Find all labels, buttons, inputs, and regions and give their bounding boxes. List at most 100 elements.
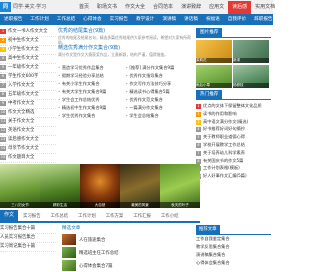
list-item[interactable]: 2 初中生作文大全 — [0, 37, 56, 46]
section-tab[interactable]: 工作方案 — [101, 213, 129, 219]
article-link[interactable]: 一篇满分作文集合 — [126, 104, 194, 112]
nav-item-essay[interactable]: 作文大全 — [121, 1, 149, 14]
subnav-item[interactable]: 自我评价 — [224, 14, 250, 25]
list-item[interactable]: 心得体会集合集合 — [196, 259, 271, 267]
thumb-image — [62, 234, 76, 245]
list-item[interactable]: 14 母亲节作文大全 — [0, 145, 56, 154]
list-item[interactable]: 10好人好事作文汇编(5篇) — [196, 172, 271, 180]
section-tab[interactable]: 实习报告 — [18, 213, 46, 219]
gallery-item[interactable]: 秋天的叶子 — [160, 164, 200, 208]
article-link[interactable]: 有关大学生作文集合9篇 — [58, 88, 126, 96]
list-item[interactable]: 人在旅途集合 — [62, 233, 193, 246]
bottom-center-head: 精选文章 — [62, 226, 81, 231]
article-link[interactable]: 精选读书心得集合5篇 — [126, 88, 194, 96]
nav-item-home[interactable]: 首页 — [75, 1, 93, 14]
list-item[interactable]: 实习报告集合十篇 — [0, 225, 56, 234]
list-item[interactable]: 4 好书推荐好词好句摘抄 — [196, 125, 271, 133]
list-item[interactable]: 6 学生作文600字 — [0, 73, 56, 82]
gallery-item[interactable]: 最美的风景 — [120, 164, 160, 208]
nav-item-workplace[interactable]: 职场文书 — [93, 1, 121, 14]
site-logo[interactable]: 同 — [0, 2, 11, 12]
list-item[interactable]: 7 入学作文大全 — [0, 82, 56, 91]
list-item[interactable]: 实习周记集合十篇 — [0, 243, 56, 252]
gallery-item[interactable]: 精彩生活 — [40, 164, 80, 208]
list-item[interactable]: 3 小学生作文大全 — [0, 46, 56, 55]
list-item[interactable]: 12 英语作文大全 — [0, 127, 56, 136]
pic-caption: 新绿 — [233, 58, 269, 63]
list-item-label: 读后感作文大全 — [8, 137, 39, 142]
article-link[interactable]: 有关小学生作文集合 — [58, 80, 126, 88]
list-item[interactable]: 5 一年级作文大全 — [0, 64, 56, 73]
list-item[interactable]: 1 优点的文体下保留整体文化品质 — [196, 102, 271, 110]
pic-thumb[interactable]: 雨后小草 — [196, 65, 232, 88]
list-item[interactable]: 教学反思集合集合 — [196, 243, 271, 251]
subnav-item[interactable]: 讲话稿 — [180, 14, 202, 25]
list-item-label: 好书推荐好词好句摘抄 — [203, 126, 245, 132]
list-item[interactable]: 心得体会集合7篇 — [62, 259, 193, 272]
subnav-item[interactable]: 教学设计 — [132, 14, 158, 25]
article-link[interactable]: [推荐] 满分作文集合9篇 — [126, 64, 194, 72]
list-item[interactable]: 11 关于作文大全 — [0, 118, 56, 127]
article-link[interactable]: 假期学习经验分享总结 — [58, 72, 126, 80]
list-item[interactable]: 10 作文大全精选 — [0, 109, 56, 118]
article-link[interactable]: 学生优秀作文集合 — [58, 112, 126, 120]
list-item[interactable]: 演讲稿集合集合 — [196, 251, 271, 259]
gallery-item[interactable]: 三八妇女节 — [0, 164, 40, 208]
headline-link[interactable]: 精选优秀满分作文集合(9篇) — [58, 45, 193, 52]
list-item[interactable]: 8 有关国庆节的作文5篇 — [196, 157, 271, 165]
subnav-item[interactable]: 辞职报告 — [250, 14, 276, 25]
list-item-label: 英语作文大全 — [8, 128, 35, 133]
section-tab[interactable]: 工作计划 — [73, 213, 101, 219]
article-link[interactable]: 营造学习优秀作品集合 — [58, 64, 126, 72]
top-bar: 同 同学·美文·学习 首页 职场文书 作文大全 合同范本 演讲致辞 应用文 读后… — [0, 0, 275, 14]
list-item-label: 作文题目大全 — [8, 155, 35, 160]
list-item[interactable]: 7 关于培养幼儿科学素养 — [196, 149, 271, 157]
list-item-label: 初中生作文大全 — [8, 38, 39, 43]
nav-item-contract[interactable]: 合同范本 — [149, 1, 177, 14]
subnav-item[interactable]: 演讲稿 — [158, 14, 180, 25]
section-tab[interactable]: 工作小结 — [156, 213, 184, 219]
pic-thumb[interactable]: 新绿 — [233, 40, 269, 63]
subnav-item[interactable]: 心得体会 — [79, 14, 105, 25]
list-item[interactable]: 8 五年级作文大全 — [0, 91, 56, 100]
subnav-item[interactable]: 检讨书 — [277, 14, 299, 25]
list-item[interactable]: 精选班主任工作总结 — [62, 246, 193, 259]
gallery-item[interactable]: 大自然 — [80, 164, 120, 208]
headline-link[interactable]: 优秀的结尾集合(9篇) — [58, 28, 193, 35]
section-tab[interactable]: 工作汇报 — [128, 213, 156, 219]
list-item[interactable]: 工作自我鉴定集合 — [196, 235, 271, 243]
list-item[interactable]: 13 读后感作文大全 — [0, 136, 56, 145]
subnav-item[interactable]: 祝福语 — [202, 14, 224, 25]
headline-desc: 满分作文是作文大赛获奖作品，立意新颖，结构严谨，值得借鉴。 — [58, 52, 169, 57]
nav-item-review[interactable]: 读后感 — [228, 1, 252, 14]
subnav-item[interactable]: 实习报告 — [106, 14, 132, 25]
list-item[interactable]: 9 中考作文大全 — [0, 100, 56, 109]
list-item[interactable]: 4 高中生作文大全 — [0, 55, 56, 64]
subnav-item[interactable]: 述职报告 — [0, 14, 26, 25]
list-item[interactable]: 3 高中语文满分作文(精选) — [196, 118, 271, 126]
pic-thumb[interactable]: 杨柳枝 — [233, 65, 269, 88]
article-link[interactable]: 学生会总结集合 — [126, 112, 194, 120]
nav-item-speech[interactable]: 演讲致辞 — [177, 1, 205, 14]
list-item[interactable]: 6 学校开展教学工作总结 — [196, 141, 271, 149]
article-link[interactable]: 优秀作文范文集合 — [126, 96, 194, 104]
section-tab[interactable]: 工作总结 — [46, 213, 74, 219]
article-link[interactable]: 学生会工作总结优秀 — [58, 96, 126, 104]
list-item-label: 五年级作文大全 — [8, 92, 39, 97]
pic-grid: 茉莉花 新绿 雨后小草 杨柳枝 — [196, 40, 271, 90]
article-link[interactable]: 精选初中生作文集合9篇 — [58, 104, 126, 112]
list-item[interactable]: 人员实习报告集合 — [0, 234, 56, 243]
nav-item-practical[interactable]: 应用文 — [205, 1, 228, 14]
nav-item-docs[interactable]: 实用文档 — [251, 1, 279, 14]
list-item-label: 学校开展教学工作总结 — [203, 141, 245, 147]
list-item[interactable]: 1 作文一书人作文大全 — [0, 28, 56, 37]
subnav-item[interactable]: 工作计划 — [26, 14, 52, 25]
pic-thumb[interactable]: 茉莉花 — [196, 40, 232, 63]
subnav-item[interactable]: 工作总结 — [53, 14, 79, 25]
list-item[interactable]: 5 关于教师职业道德心得 — [196, 133, 271, 141]
list-item[interactable]: 15 作文题目大全 — [0, 154, 56, 163]
article-link[interactable]: 作文写作方法技巧分享 — [126, 80, 194, 88]
list-item[interactable]: 2 读书的作用和影响 — [196, 110, 271, 118]
article-link[interactable]: 优秀作文指导集合 — [126, 72, 194, 80]
list-item[interactable]: 9工作计划表格(模板) — [196, 164, 271, 172]
